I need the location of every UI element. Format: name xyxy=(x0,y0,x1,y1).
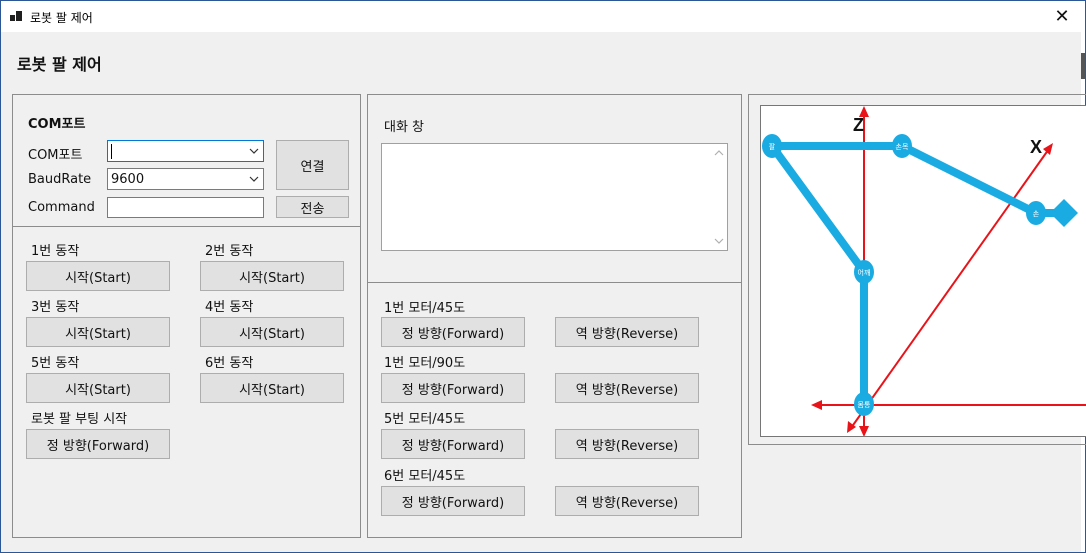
motor-5-45-label: 5번 모터/45도 xyxy=(384,412,466,427)
com-group-label: COM포트 xyxy=(28,117,86,132)
z-axis-label: Z xyxy=(853,115,864,135)
joint-shoulder-label: 어깨 xyxy=(858,268,871,277)
motor-1-90-reverse-button[interactable]: 역 방향(Reverse) xyxy=(555,373,699,403)
diagonal-arrow-up xyxy=(1043,143,1053,155)
app-icon xyxy=(10,11,22,23)
action-4-start-button[interactable]: 시작(Start) xyxy=(200,317,344,347)
motor-1-90-label: 1번 모터/90도 xyxy=(384,356,466,371)
action-2-start-button[interactable]: 시작(Start) xyxy=(200,261,344,291)
text-caret xyxy=(111,144,112,159)
hand-link xyxy=(898,142,1040,217)
action-3-start-button[interactable]: 시작(Start) xyxy=(26,317,170,347)
com-port-label: COM포트 xyxy=(28,148,83,163)
motor-1-45-forward-button[interactable]: 정 방향(Forward) xyxy=(381,317,525,347)
action-3-label: 3번 동작 xyxy=(31,300,80,315)
chat-label: 대화 창 xyxy=(384,120,425,135)
scroll-down-icon xyxy=(714,238,724,244)
action-5-label: 5번 동작 xyxy=(31,356,80,371)
action-4-label: 4번 동작 xyxy=(205,300,254,315)
z-axis-arrow-down xyxy=(859,426,869,436)
com-port-select[interactable] xyxy=(107,140,264,162)
action-1-start-button[interactable]: 시작(Start) xyxy=(26,261,170,291)
chat-scrollbar[interactable] xyxy=(711,144,727,250)
motor-1-45-label: 1번 모터/45도 xyxy=(384,301,466,316)
motor-1-90-forward-button[interactable]: 정 방향(Forward) xyxy=(381,373,525,403)
robot-arm-diagram: Z X 몸통 어깨 팔 손목 손 xyxy=(760,105,1086,437)
window-title: 로봇 팔 제어 xyxy=(30,11,93,25)
robot-arm-svg: Z X 몸통 어깨 팔 손목 손 xyxy=(762,106,1086,436)
chat-textarea[interactable] xyxy=(381,143,728,251)
joint-hand-label: 손 xyxy=(1033,210,1040,218)
page-title: 로봇 팔 제어 xyxy=(17,55,102,74)
action-6-label: 6번 동작 xyxy=(205,356,254,371)
scrollbar-thumb[interactable] xyxy=(1081,53,1085,79)
x-axis-arrow-left xyxy=(811,400,822,410)
chevron-down-icon xyxy=(249,148,259,154)
axis-arrowheads xyxy=(811,106,1053,436)
motor-5-45-reverse-button[interactable]: 역 방향(Reverse) xyxy=(555,429,699,459)
chevron-down-icon xyxy=(249,176,259,182)
action-2-label: 2번 동작 xyxy=(205,244,254,259)
boot-label: 로봇 팔 부팅 시작 xyxy=(31,412,128,427)
action-5-start-button[interactable]: 시작(Start) xyxy=(26,373,170,403)
arm-links xyxy=(768,142,1075,408)
action-6-start-button[interactable]: 시작(Start) xyxy=(200,373,344,403)
command-input[interactable] xyxy=(107,197,264,218)
baudrate-label: BaudRate xyxy=(28,172,92,187)
scroll-up-icon xyxy=(714,150,724,156)
send-button[interactable]: 전송 xyxy=(276,196,349,218)
panel-divider xyxy=(368,282,741,283)
panel-divider xyxy=(13,226,360,227)
x-axis-label: X xyxy=(1030,137,1042,157)
motor-1-45-reverse-button[interactable]: 역 방향(Reverse) xyxy=(555,317,699,347)
arm-joints xyxy=(762,134,1046,416)
command-label: Command xyxy=(28,200,95,215)
title-bar[interactable]: 로봇 팔 제어 ✕ xyxy=(1,1,1085,32)
baudrate-select[interactable]: 9600 xyxy=(107,168,264,190)
boot-forward-button[interactable]: 정 방향(Forward) xyxy=(26,429,170,459)
connect-button[interactable]: 연결 xyxy=(276,140,349,190)
joint-wrist-label: 손목 xyxy=(896,143,909,151)
close-icon[interactable]: ✕ xyxy=(1039,1,1085,32)
motor-6-45-reverse-button[interactable]: 역 방향(Reverse) xyxy=(555,486,699,516)
app-window: 로봇 팔 제어 ✕ 로봇 팔 제어 COM포트 COM포트 BaudRate 9… xyxy=(0,0,1086,553)
upper-arm-link xyxy=(768,142,868,276)
gripper-tip xyxy=(1050,199,1078,227)
chat-motor-panel: 대화 창 1번 모터/45도 정 방향(Forward) 역 방향(Revers… xyxy=(367,94,742,538)
joint-arm-label: 팔 xyxy=(769,142,776,151)
motor-5-45-forward-button[interactable]: 정 방향(Forward) xyxy=(381,429,525,459)
motor-6-45-label: 6번 모터/45도 xyxy=(384,469,466,484)
joint-body-label: 몸통 xyxy=(858,401,871,409)
y-axis-line xyxy=(850,145,1052,429)
action-1-label: 1번 동작 xyxy=(31,244,80,259)
com-control-panel: COM포트 COM포트 BaudRate 9600 Command 연결 전송 … xyxy=(12,94,361,538)
motor-6-45-forward-button[interactable]: 정 방향(Forward) xyxy=(381,486,525,516)
